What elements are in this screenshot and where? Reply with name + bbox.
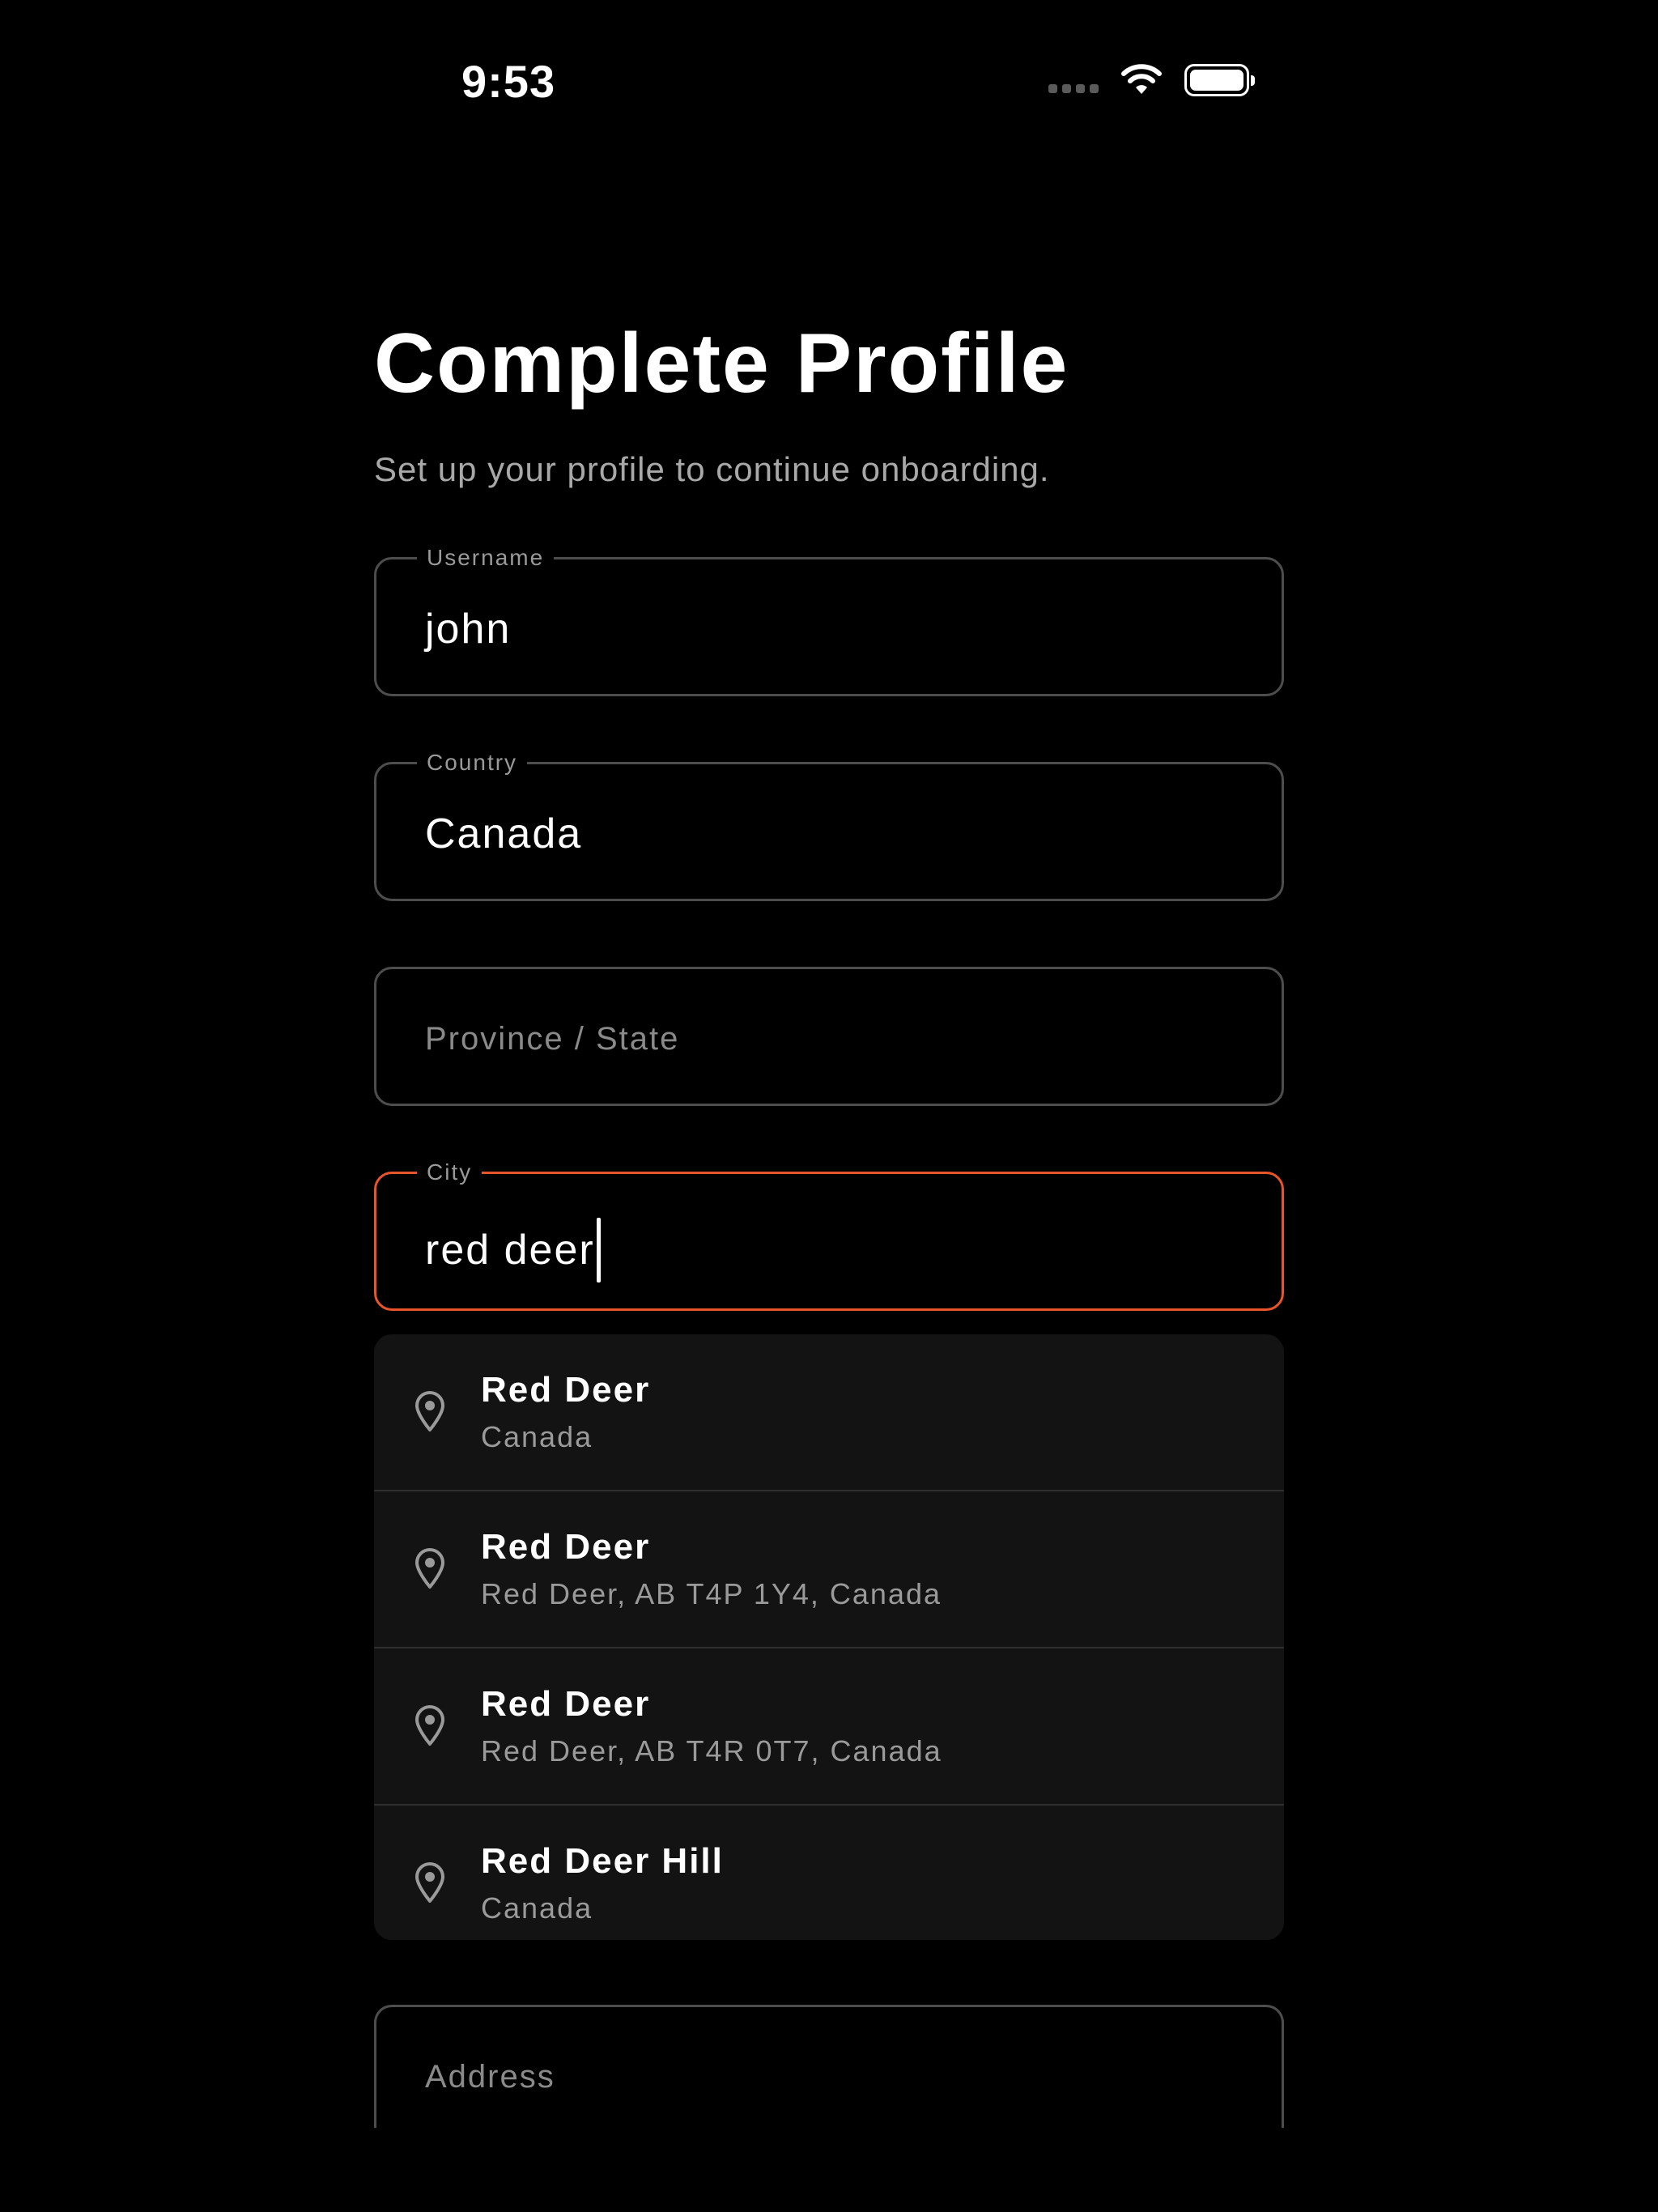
country-value: Canada <box>425 810 583 857</box>
map-pin-icon <box>413 1861 447 1908</box>
suggestion-item[interactable]: Red Deer Red Deer, AB T4R 0T7, Canada <box>374 1648 1284 1806</box>
suggestion-subtitle: Canada <box>481 1420 593 1453</box>
username-label: Username <box>417 543 555 572</box>
battery-icon <box>1184 64 1255 96</box>
province-state-placeholder: Province / State <box>425 1021 680 1057</box>
status-icons <box>1048 63 1255 97</box>
city-suggestions-list: Red Deer Canada Red Deer Red Deer, AB T4… <box>374 1334 1284 1940</box>
suggestion-item[interactable]: Red Deer Canada <box>374 1334 1284 1491</box>
city-value: red deer <box>425 1218 601 1283</box>
cellular-signal-icon <box>1048 83 1099 93</box>
wifi-icon <box>1120 63 1163 97</box>
status-time: 9:53 <box>461 56 556 107</box>
country-label: Country <box>417 748 528 777</box>
suggestion-item[interactable]: Red Deer Red Deer, AB T4P 1Y4, Canada <box>374 1491 1284 1648</box>
map-pin-icon <box>413 1546 447 1594</box>
username-field[interactable]: Username john <box>374 543 1284 696</box>
province-state-field[interactable]: Province / State <box>374 967 1284 1106</box>
page-subtitle: Set up your profile to continue onboardi… <box>374 450 1050 488</box>
country-field[interactable]: Country Canada <box>374 748 1284 901</box>
suggestion-title: Red Deer <box>481 1684 651 1724</box>
map-pin-icon <box>413 1389 447 1437</box>
address-placeholder: Address <box>425 2059 555 2095</box>
city-input-text: red deer <box>425 1227 595 1274</box>
suggestion-subtitle: Red Deer, AB T4P 1Y4, Canada <box>481 1577 942 1610</box>
map-pin-icon <box>413 1704 447 1751</box>
page-title: Complete Profile <box>374 317 1069 410</box>
suggestion-title: Red Deer Hill <box>481 1841 724 1881</box>
status-bar: 9:53 <box>0 0 1658 162</box>
city-label: City <box>417 1158 483 1187</box>
city-field[interactable]: City red deer <box>374 1158 1284 1311</box>
bottom-safe-area <box>0 2128 1658 2212</box>
suggestion-subtitle: Red Deer, AB T4R 0T7, Canada <box>481 1734 942 1767</box>
suggestion-title: Red Deer <box>481 1527 651 1567</box>
suggestion-title: Red Deer <box>481 1370 651 1410</box>
text-caret <box>596 1218 601 1283</box>
suggestion-subtitle: Canada <box>481 1891 593 1925</box>
username-value: john <box>425 606 512 653</box>
suggestion-item[interactable]: Red Deer Hill Canada <box>374 1806 1284 1940</box>
